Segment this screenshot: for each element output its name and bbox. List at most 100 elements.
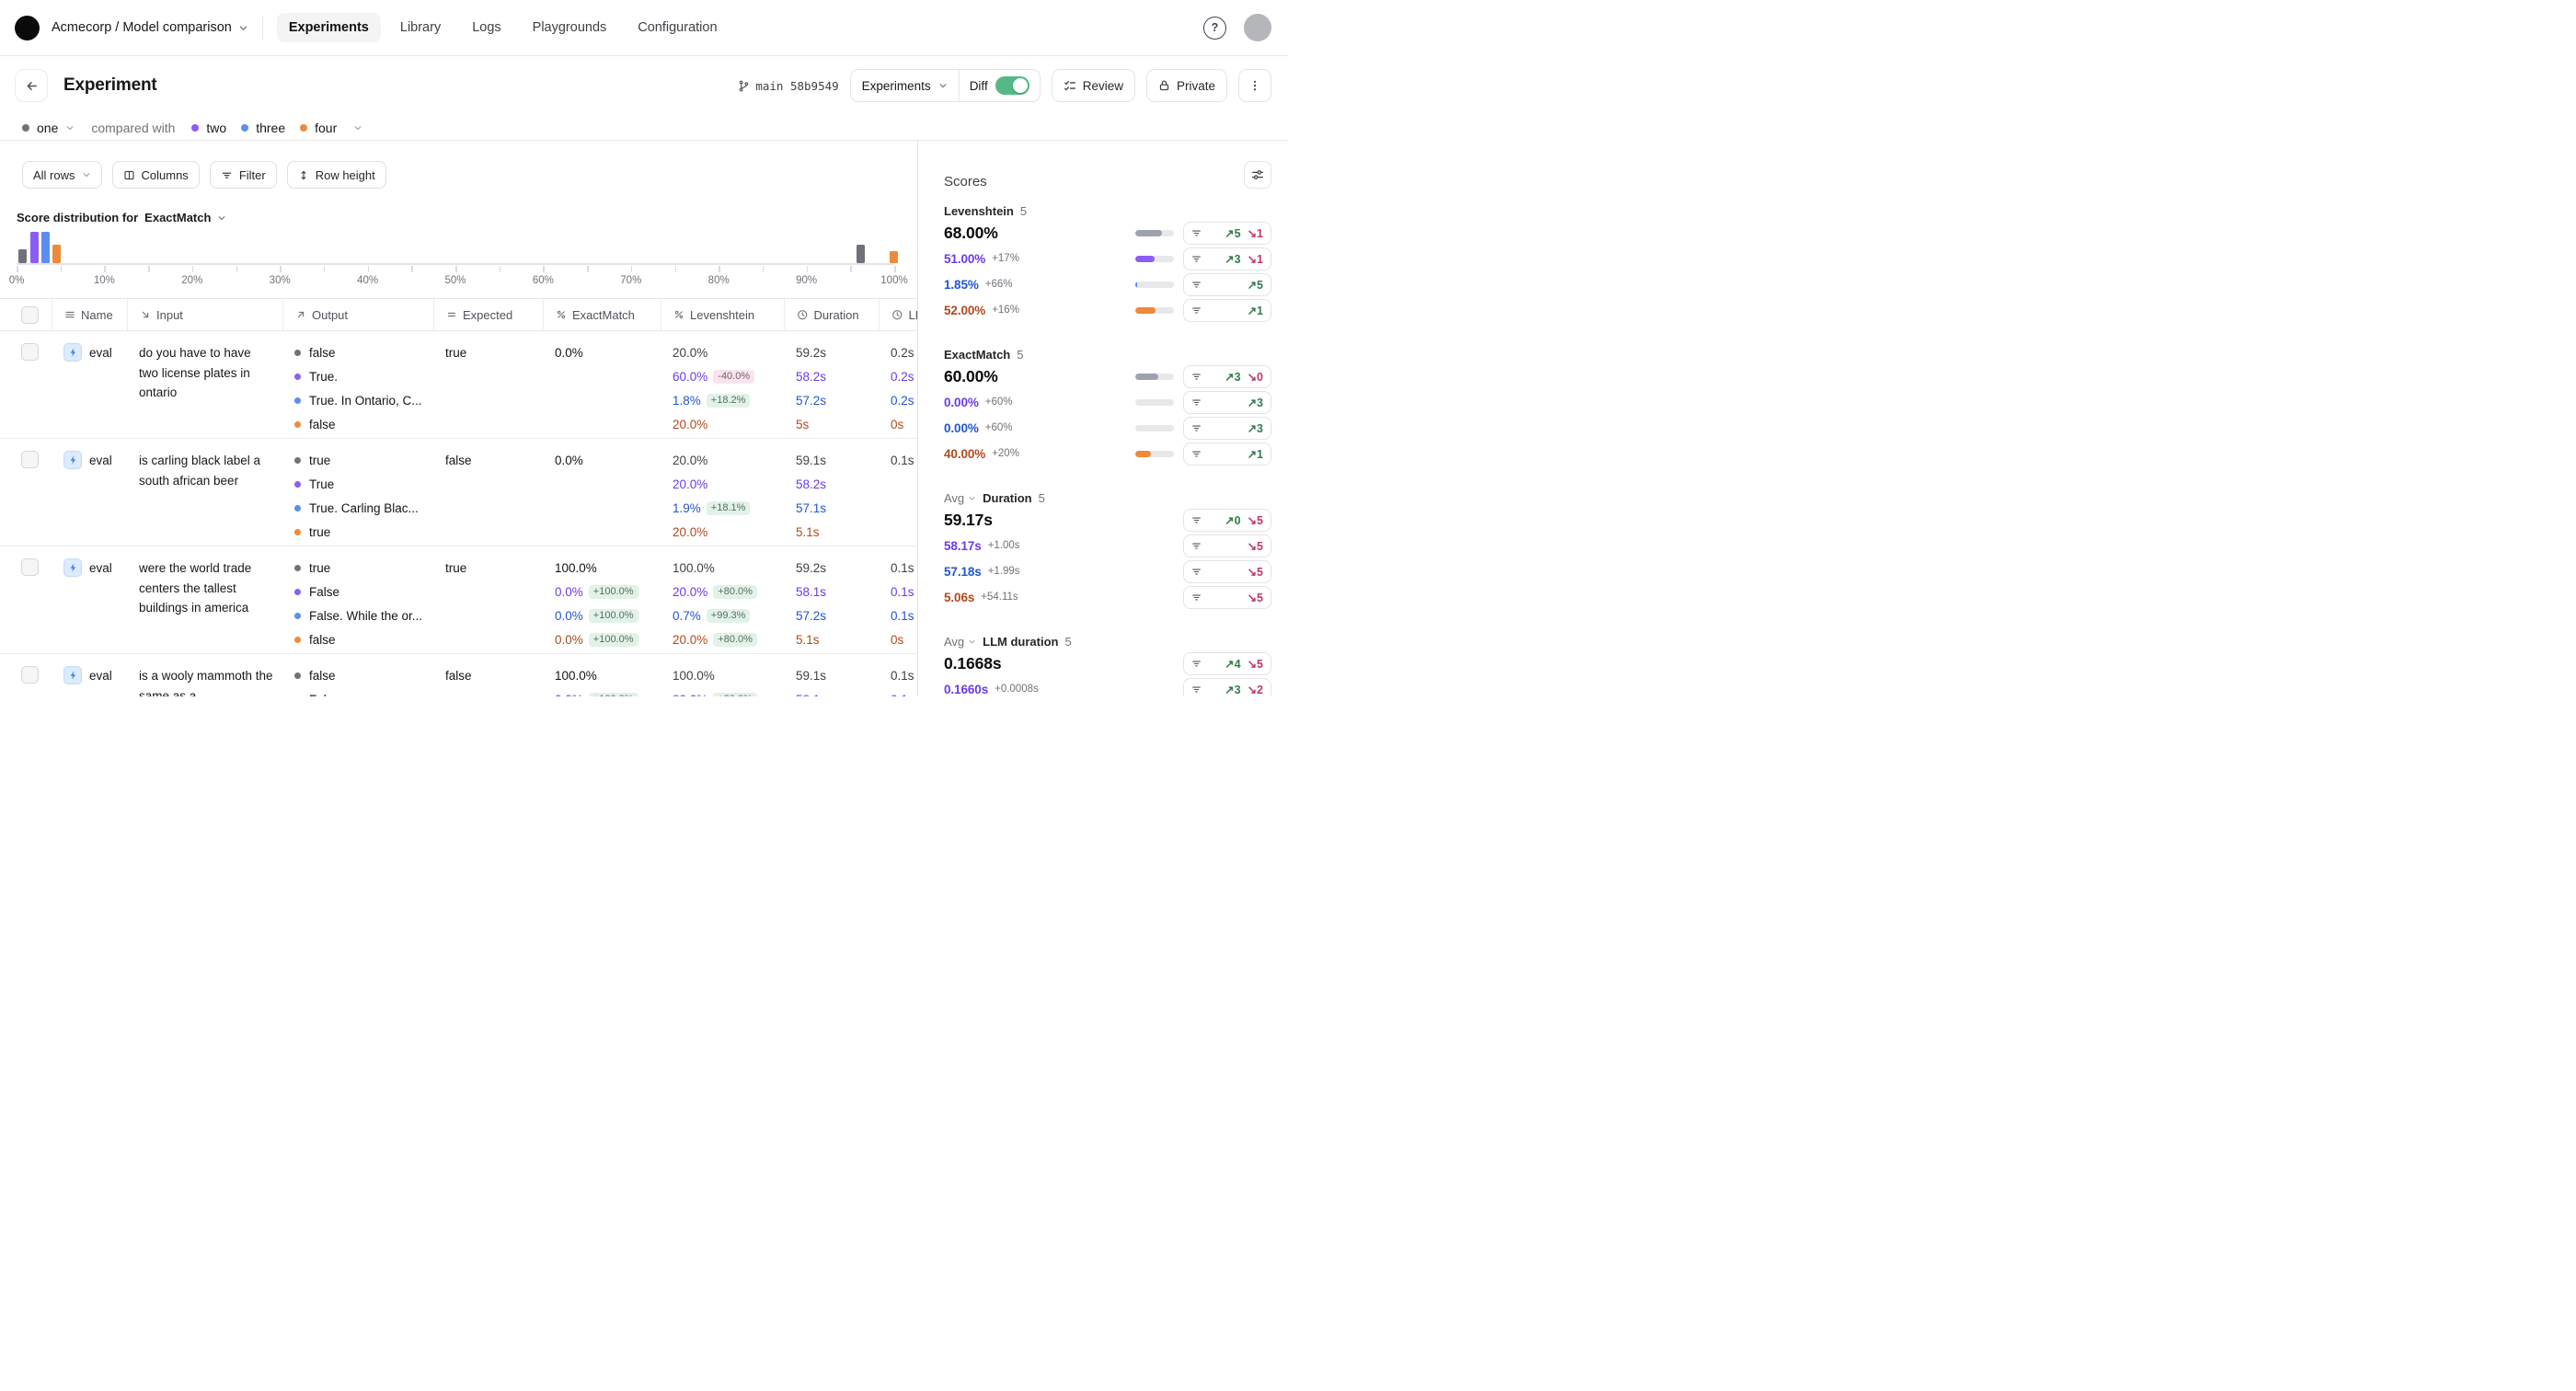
score-filter-button[interactable]: ↗3↘2 (1183, 678, 1271, 697)
metric-line: 58.1s (796, 580, 879, 604)
histogram-bar[interactable] (41, 232, 50, 263)
select-all-checkbox[interactable] (21, 306, 39, 324)
scores-panel: Scores Levenshtein568.00%↗5↘151.00%+17%↗… (918, 141, 1288, 696)
score-filter-button[interactable]: ↗3↘1 (1183, 247, 1271, 270)
comparison-experiment-two[interactable]: two (191, 121, 226, 135)
expected-value: true (445, 340, 543, 364)
git-ref[interactable]: main 58b9549 (738, 79, 838, 93)
more-menu-button[interactable] (1238, 69, 1271, 102)
metric-value: 0.1s (891, 693, 914, 697)
table-row[interactable]: evalis carling black label a south afric… (0, 439, 917, 546)
tab-configuration[interactable]: Configuration (626, 13, 729, 42)
back-button[interactable] (15, 69, 48, 102)
git-branch-icon (738, 80, 750, 92)
metric-value: 20.0% (673, 346, 707, 360)
scores-settings-button[interactable] (1244, 161, 1271, 189)
column-header-exactmatch[interactable]: ExactMatch (543, 299, 661, 330)
column-header-levenshtein[interactable]: Levenshtein (661, 299, 784, 330)
column-header-label: Expected (463, 308, 512, 322)
help-icon[interactable]: ? (1203, 17, 1226, 40)
score-delta: +54.11s (981, 592, 1018, 603)
columns-button[interactable]: Columns (112, 161, 200, 189)
improvements-count: ↗5 (1248, 278, 1263, 292)
all-rows-filter-button[interactable]: All rows (22, 161, 102, 189)
row-height-button[interactable]: Row height (287, 161, 386, 189)
score-filter-button[interactable]: ↗3↘0 (1183, 365, 1271, 388)
base-experiment-selector[interactable]: one (22, 121, 75, 135)
table-body: evaldo you have to have two license plat… (0, 331, 917, 696)
row-checkbox[interactable] (21, 666, 39, 684)
score-filter-button[interactable]: ↗0↘5 (1183, 509, 1271, 532)
column-header-llm-duration[interactable]: LLM duration (879, 299, 917, 330)
diff-badge: +100.0% (589, 693, 638, 697)
table-row[interactable]: evalwere the world trade centers the tal… (0, 546, 917, 654)
histogram-bar[interactable] (52, 245, 61, 263)
score-filter-button[interactable]: ↗3 (1183, 391, 1271, 414)
name-cell: eval (52, 556, 127, 651)
table-row[interactable]: evaldo you have to have two license plat… (0, 331, 917, 439)
score-filter-button[interactable]: ↘5 (1183, 535, 1271, 558)
score-filter-button[interactable]: ↘5 (1183, 586, 1271, 609)
llm-duration-cell: 0.2s0.2s0.2s0s (879, 340, 917, 436)
score-filter-button[interactable]: ↘5 (1183, 560, 1271, 583)
filter-button[interactable]: Filter (210, 161, 277, 189)
tab-library[interactable]: Library (388, 13, 453, 42)
comparison-experiment-four[interactable]: four (300, 121, 337, 135)
histogram-bar[interactable] (857, 245, 865, 263)
metric-value: 58.1s (796, 585, 826, 599)
score-row-right: ↗0↘5 (1183, 509, 1271, 532)
output-line: True. (294, 364, 433, 388)
aggregation-selector[interactable]: Avg (944, 635, 976, 649)
org-logo[interactable] (15, 16, 40, 40)
score-distribution-selector[interactable]: Score distribution for ExactMatch (17, 211, 917, 224)
diff-toggle[interactable] (995, 76, 1029, 95)
output-line: true (294, 520, 433, 544)
score-filter-button[interactable]: ↗5↘1 (1183, 222, 1271, 245)
score-value: 60.00% (944, 367, 998, 386)
score-value: 5.06s (944, 591, 974, 604)
diff-badge: +80.0% (713, 585, 757, 599)
axis-label: 80% (708, 275, 730, 286)
row-checkbox[interactable] (21, 343, 39, 361)
score-filter-button[interactable]: ↗1 (1183, 443, 1271, 466)
row-checkbox[interactable] (21, 558, 39, 576)
filter-icon (1191, 280, 1202, 290)
experiments-menu-button[interactable]: Experiments (851, 70, 960, 101)
metric-line: 100.0% (673, 556, 784, 580)
table-row[interactable]: evalis a wooly mammoth the same as afals… (0, 654, 917, 696)
comparison-experiment-three[interactable]: three (241, 121, 285, 135)
column-header-input[interactable]: Input (127, 299, 282, 330)
metric-line: 59.2s (796, 556, 879, 580)
score-filter-button[interactable]: ↗1 (1183, 299, 1271, 322)
tab-logs[interactable]: Logs (460, 13, 512, 42)
aggregation-selector[interactable]: Avg (944, 491, 976, 505)
histogram-bar[interactable] (890, 251, 898, 263)
review-button[interactable]: Review (1052, 69, 1135, 102)
score-filter-button[interactable]: ↗3 (1183, 417, 1271, 440)
axis-tick (236, 266, 238, 272)
metric-value: 59.1s (796, 669, 826, 683)
tab-experiments[interactable]: Experiments (277, 13, 381, 42)
score-filter-button[interactable]: ↗4↘5 (1183, 652, 1271, 675)
percent-icon (673, 309, 684, 320)
tab-playgrounds[interactable]: Playgrounds (521, 13, 619, 42)
score-bar-fill (1135, 282, 1137, 288)
metric-line: 58.1s (796, 687, 879, 696)
score-filter-button[interactable]: ↗5 (1183, 273, 1271, 296)
metric-value: 0.0% (555, 585, 583, 599)
top-nav: Acmecorp / Model comparison ExperimentsL… (0, 0, 1288, 56)
avatar[interactable] (1244, 14, 1271, 41)
metric-value: 0.0% (555, 633, 583, 647)
column-header-duration[interactable]: Duration (784, 299, 879, 330)
column-header-output[interactable]: Output (282, 299, 433, 330)
metric-value: 20.0% (673, 418, 707, 431)
clock-icon (797, 309, 809, 321)
breadcrumb[interactable]: Acmecorp / Model comparison (52, 20, 248, 35)
private-button[interactable]: Private (1146, 69, 1227, 102)
histogram-bar[interactable] (18, 249, 27, 263)
histogram-bar[interactable] (30, 232, 39, 263)
chevron-down-icon[interactable] (353, 123, 362, 132)
column-header-expected[interactable]: Expected (433, 299, 543, 330)
row-checkbox[interactable] (21, 451, 39, 468)
column-header-name[interactable]: Name (52, 299, 127, 330)
